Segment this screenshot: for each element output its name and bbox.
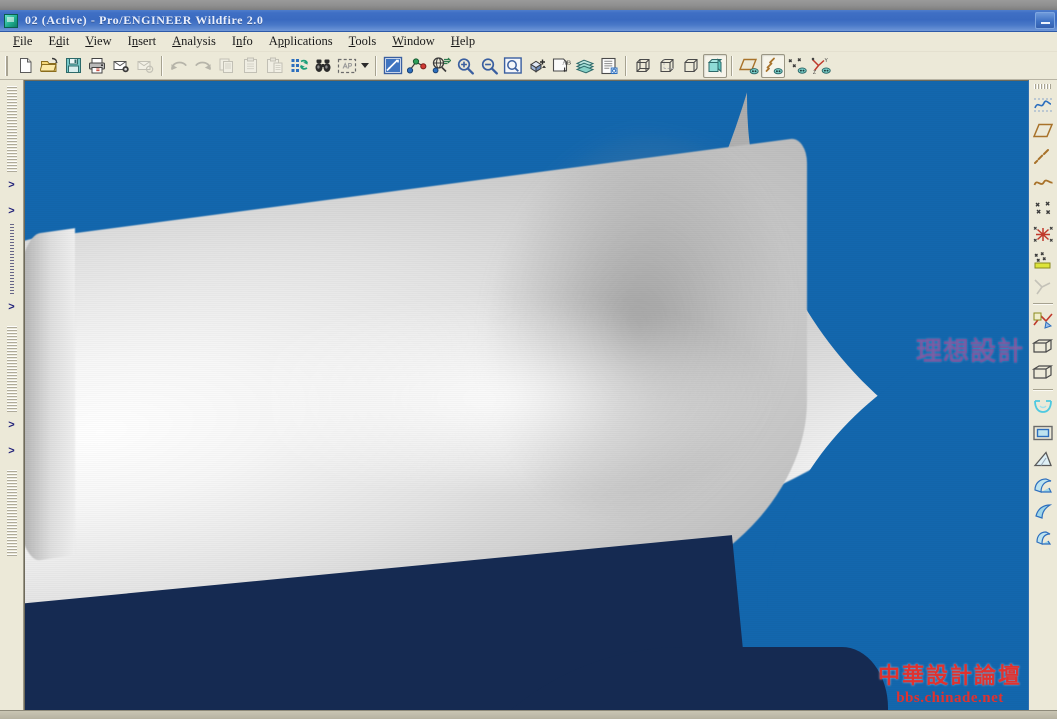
- shaded-icon[interactable]: [703, 53, 727, 78]
- chamfer-icon[interactable]: [1031, 498, 1056, 523]
- feature-toolbar-separator-2: [1033, 389, 1053, 391]
- feature-toolbar-grip[interactable]: [1034, 84, 1052, 89]
- window-title: 02 (Active) - Pro/ENGINEER Wildfire 2.0: [25, 13, 264, 27]
- minimize-button[interactable]: [1035, 12, 1055, 29]
- menu-file[interactable]: File: [6, 33, 41, 50]
- curve-from-equation-icon[interactable]: [1031, 92, 1056, 117]
- menu-insert[interactable]: Insert: [121, 33, 165, 50]
- menu-edit[interactable]: Edit: [41, 33, 78, 50]
- model-surface-fold: [25, 228, 76, 566]
- svg-text:Y: Y: [825, 58, 829, 64]
- main-toolbar: AB YZ: [0, 52, 1057, 80]
- mail-disabled-icon: [133, 54, 157, 78]
- round-icon[interactable]: [1031, 472, 1056, 497]
- print-icon[interactable]: [85, 54, 109, 78]
- menu-window[interactable]: Window: [385, 33, 444, 50]
- no-hidden-icon[interactable]: [679, 54, 703, 78]
- draft-icon[interactable]: [1031, 446, 1056, 471]
- paste-special-icon: [263, 54, 287, 78]
- menu-info[interactable]: Info: [225, 33, 262, 50]
- menu-bar: File Edit View Insert Analysis Info Appl…: [0, 32, 1057, 52]
- toolbar-separator-4: [731, 55, 733, 76]
- annotation-icon[interactable]: AB: [549, 54, 573, 78]
- model-specular-highlight: [265, 269, 848, 484]
- navigator-grip-mid[interactable]: [6, 326, 17, 412]
- navigator-grip-bottom[interactable]: [6, 470, 17, 556]
- paste-icon: [239, 54, 263, 78]
- menu-help[interactable]: Help: [444, 33, 484, 50]
- menu-analysis[interactable]: Analysis: [165, 33, 225, 50]
- feature-toolbar: [1028, 80, 1057, 710]
- proe-application-window: 02 (Active) - Pro/ENGINEER Wildfire 2.0 …: [0, 0, 1057, 719]
- svg-text:Z: Z: [813, 70, 816, 75]
- select-box-dropdown-arrow[interactable]: [359, 54, 371, 78]
- toolbar-grip[interactable]: [5, 55, 10, 76]
- datum-point-display-icon[interactable]: [785, 54, 809, 78]
- navigator-grip-top[interactable]: [6, 86, 17, 172]
- repaint-icon[interactable]: [381, 54, 405, 78]
- datum-axis-icon[interactable]: [761, 53, 785, 78]
- toolbar-separator-2: [375, 55, 377, 76]
- toolbar-separator-3: [625, 55, 627, 76]
- navigator-expand-arrow-3[interactable]: >: [5, 296, 19, 318]
- redo-icon: [191, 54, 215, 78]
- copy-icon: [215, 54, 239, 78]
- navigator-expand-arrow-5[interactable]: >: [5, 440, 19, 462]
- collapsed-navigator[interactable]: > > > > >: [0, 80, 24, 710]
- datum-axis-icon[interactable]: [1031, 144, 1056, 169]
- undo-icon: [167, 54, 191, 78]
- datum-plane-icon[interactable]: [1031, 118, 1056, 143]
- wireframe-icon[interactable]: [631, 54, 655, 78]
- view-manager-icon[interactable]: [525, 54, 549, 78]
- extrude-icon[interactable]: [1031, 334, 1056, 359]
- navigator-expand-arrow-4[interactable]: >: [5, 414, 19, 436]
- shell-icon[interactable]: [1031, 420, 1056, 445]
- feature-toolbar-separator-1: [1033, 303, 1053, 305]
- zoom-out-icon[interactable]: [477, 54, 501, 78]
- proe-window-icon: [4, 13, 18, 28]
- analysis-feature-icon[interactable]: [1031, 308, 1056, 333]
- coord-sys-icon[interactable]: YZ: [809, 54, 833, 78]
- boundary-blend-icon[interactable]: [1031, 394, 1056, 419]
- select-box-icon[interactable]: [335, 54, 359, 78]
- regenerate-icon[interactable]: [287, 54, 311, 78]
- find-icon[interactable]: [311, 54, 335, 78]
- datum-point-icon[interactable]: [405, 54, 429, 78]
- menu-applications[interactable]: Applications: [262, 33, 342, 50]
- field-point-icon[interactable]: [1031, 248, 1056, 273]
- rib-icon[interactable]: [1031, 524, 1056, 549]
- menu-file-rest: ile: [19, 34, 33, 48]
- layers-icon[interactable]: [573, 54, 597, 78]
- viewport-scene: [25, 81, 1028, 710]
- model-tree-icon[interactable]: [597, 54, 621, 78]
- navigator-expand-arrow-2[interactable]: >: [5, 200, 19, 222]
- navigator-dots-1: [9, 224, 14, 294]
- graphics-window[interactable]: 理想設計 中華設計論壇 bbs.chinade.net: [24, 80, 1028, 710]
- new-file-icon[interactable]: [13, 54, 37, 78]
- menu-tools[interactable]: Tools: [342, 33, 386, 50]
- window-frame-top: [0, 0, 1057, 10]
- menu-view[interactable]: View: [78, 33, 120, 50]
- coord-sys-icon: [1031, 274, 1056, 299]
- svg-text:AB: AB: [562, 60, 571, 67]
- hidden-line-icon[interactable]: [655, 54, 679, 78]
- offset-csys-point-icon[interactable]: [1031, 222, 1056, 247]
- toolbar-separator-1: [161, 55, 163, 76]
- navigator-expand-arrow-1[interactable]: >: [5, 174, 19, 196]
- save-icon[interactable]: [61, 54, 85, 78]
- datum-point-icon[interactable]: [1031, 196, 1056, 221]
- open-folder-icon[interactable]: [37, 54, 61, 78]
- refit-icon[interactable]: [501, 54, 525, 78]
- revolve-icon[interactable]: [1031, 360, 1056, 385]
- application-body: > > > > > 理想設計 中華設計論壇 bbs.chinade.net: [0, 80, 1057, 710]
- mail-icon[interactable]: [109, 54, 133, 78]
- orient-mode-icon[interactable]: [429, 54, 453, 78]
- title-bar: 02 (Active) - Pro/ENGINEER Wildfire 2.0: [0, 10, 1057, 32]
- datum-plane-icon[interactable]: [737, 54, 761, 78]
- window-frame-bottom: [0, 710, 1057, 719]
- zoom-in-icon[interactable]: [453, 54, 477, 78]
- sketch-curve-icon[interactable]: [1031, 170, 1056, 195]
